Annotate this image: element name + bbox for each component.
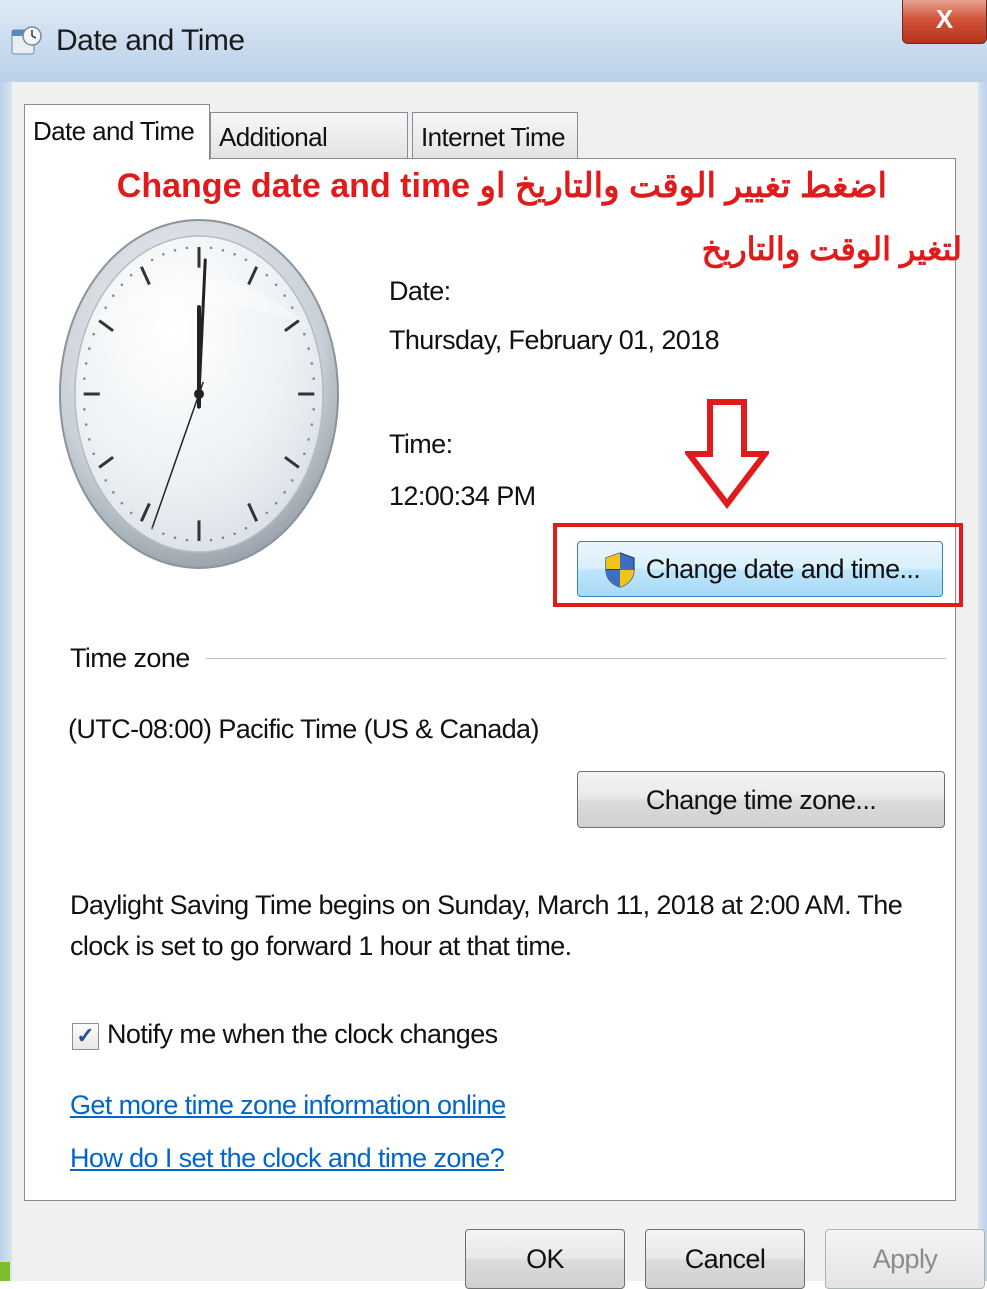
date-label: Date:: [389, 276, 451, 306]
change-time-zone-label: Change time zone...: [645, 785, 877, 815]
date-value: Thursday, February 01, 2018: [389, 325, 720, 355]
change-time-zone-button[interactable]: Change time zone...: [577, 771, 945, 828]
clock-minute-dot: [303, 332, 306, 336]
clock-minute-dot: [120, 501, 124, 505]
clock-minute-dot: [310, 362, 314, 365]
notify-checkbox[interactable]: ✓: [72, 1023, 99, 1050]
clock-minute-dot: [92, 452, 95, 456]
change-date-time-label: Change date and time...: [645, 554, 921, 584]
uac-shield-icon: [604, 552, 636, 588]
clock-minute-dot: [209, 538, 213, 542]
clock-minute-dot: [290, 479, 294, 482]
check-mark-icon: ✓: [76, 1023, 95, 1048]
dst-info-line-2: clock is set to go forward 1 hour at tha…: [70, 931, 572, 961]
clock-minute-dot: [283, 294, 286, 297]
clock-minute-dot: [303, 452, 306, 456]
clock-minute-dot: [104, 479, 108, 482]
clock-minute-dot: [84, 362, 88, 365]
clock-minute-dot: [312, 408, 315, 411]
clock-minute-dot: [92, 332, 95, 336]
tab-internet-time[interactable]: Internet Time: [412, 112, 578, 159]
clock-minute-dot: [88, 438, 91, 441]
clock-minute-dot: [173, 248, 177, 252]
cancel-button[interactable]: Cancel: [645, 1229, 805, 1289]
time-value: 12:00:34 PM: [389, 481, 536, 511]
window-frame-right: [978, 82, 987, 1281]
clock-minute-dot: [185, 538, 189, 542]
clock-minute-dot: [83, 377, 86, 380]
clock-minute-dot: [173, 536, 177, 540]
window-title: Date and Time: [56, 24, 245, 57]
clock-calendar-icon: [10, 24, 44, 58]
tab-date-and-time[interactable]: Date and Time: [24, 104, 210, 160]
tab-label: Date and Time: [33, 116, 195, 146]
clock-minute-dot: [185, 246, 189, 250]
apply-button[interactable]: Apply: [825, 1229, 985, 1289]
clock-minute-dot: [83, 408, 86, 411]
clock-minute-dot: [307, 438, 310, 441]
clock-minute-dot: [88, 347, 91, 350]
clock-minute-dot: [265, 511, 269, 515]
time-label: Time:: [389, 429, 453, 459]
clock-minute-dot: [307, 347, 310, 350]
annotation-line-2: لتغير الوقت والتاريخ: [701, 231, 962, 267]
clock-minute-dot: [120, 283, 124, 287]
title-bar: Date and Time X: [0, 0, 987, 82]
close-button[interactable]: X: [902, 0, 987, 44]
clock-minute-dot: [233, 252, 236, 256]
clock-minute-dot: [244, 258, 248, 262]
window-frame-left: [0, 82, 12, 1281]
time-zone-value: (UTC-08:00) Pacific Time (US & Canada): [68, 714, 539, 744]
tab-additional-clocks[interactable]: Additional Clocks: [210, 112, 408, 200]
analog-clock: [58, 218, 340, 570]
how-to-set-clock-link[interactable]: How do I set the clock and time zone?: [70, 1143, 505, 1174]
clock-minute-dot: [221, 248, 225, 252]
change-date-time-button[interactable]: Change date and time...: [577, 541, 943, 597]
background-corner: [0, 1262, 10, 1281]
clock-minute-dot: [162, 252, 165, 256]
clock-minute-dot: [274, 501, 278, 505]
clock-minute-dot: [150, 258, 154, 262]
clock-minute-dot: [312, 377, 315, 380]
clock-minute-dot: [129, 511, 133, 515]
more-time-zone-info-link[interactable]: Get more time zone information online: [70, 1090, 506, 1121]
clock-minute-dot: [233, 532, 236, 536]
clock-minute-dot: [310, 423, 314, 426]
clock-minute-dot: [283, 491, 286, 494]
clock-minute-dot: [112, 294, 115, 297]
clock-minute-dot: [209, 246, 213, 250]
clock-minute-dot: [290, 306, 294, 309]
clock-minute-dot: [162, 532, 165, 536]
clock-minute-dot: [112, 491, 115, 494]
time-zone-group-label: Time zone: [70, 643, 190, 673]
dst-info-line-1: Daylight Saving Time begins on Sunday, M…: [70, 890, 903, 920]
annotation-line-1: اضغط تغيير الوقت والتاريخ او Change date…: [116, 167, 887, 205]
clock-minute-dot: [244, 526, 248, 530]
group-divider: [206, 658, 946, 659]
notify-label[interactable]: Notify me when the clock changes: [107, 1019, 498, 1050]
clock-minute-dot: [265, 273, 269, 277]
down-arrow-icon: [682, 398, 772, 510]
clock-minute-dot: [129, 273, 133, 277]
ok-button[interactable]: OK: [465, 1229, 625, 1289]
clock-minute-dot: [221, 536, 225, 540]
clock-minute-dot: [274, 283, 278, 287]
clock-minute-dot: [104, 306, 108, 309]
tab-label: Internet Time: [421, 122, 566, 152]
clock-center-dot: [194, 389, 204, 399]
clock-minute-dot: [84, 423, 88, 426]
